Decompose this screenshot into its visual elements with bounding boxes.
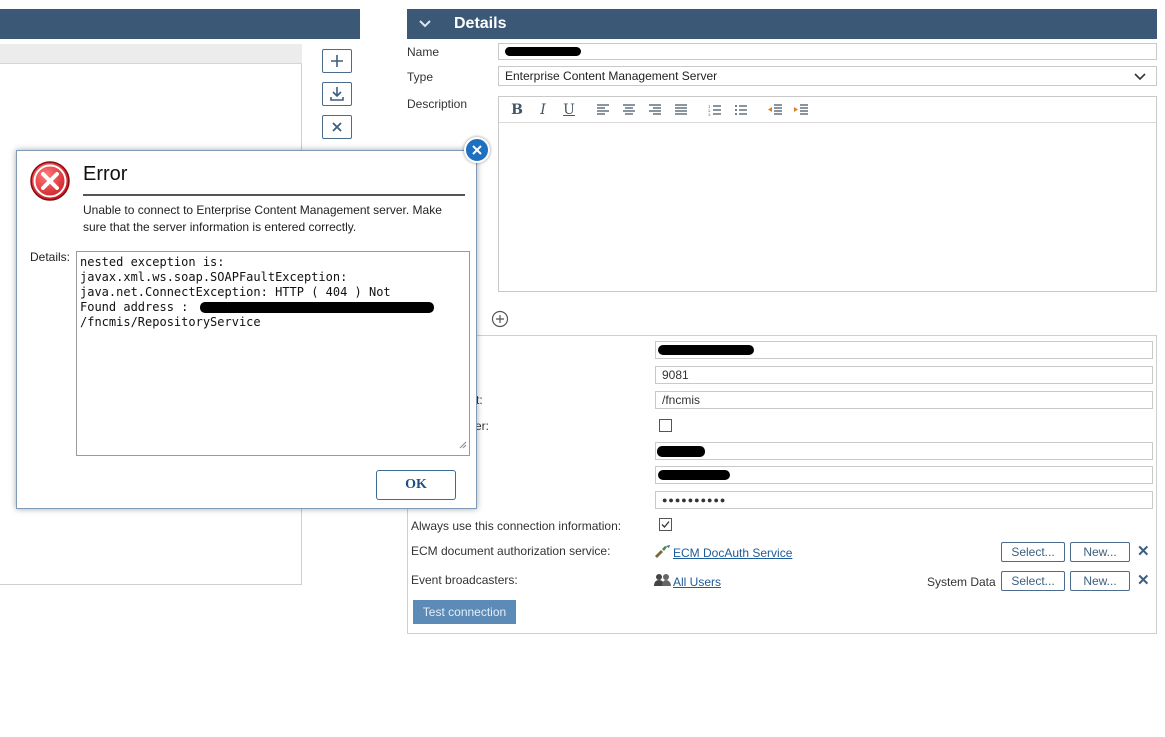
users-icon (654, 573, 672, 589)
outdent-icon[interactable] (763, 99, 787, 121)
error-message: Unable to connect to Enterprise Content … (83, 203, 442, 234)
align-right-icon[interactable] (643, 99, 667, 121)
details-textarea[interactable]: nested exception is: javax.xml.ws.soap.SO… (76, 251, 470, 456)
bullet-list-icon[interactable] (729, 99, 753, 121)
event-new-button[interactable]: New... (1070, 571, 1130, 591)
details-line: javax.xml.ws.soap.SOAPFaultException: (80, 270, 348, 284)
name-input[interactable] (498, 43, 1157, 60)
object-store-input[interactable] (655, 442, 1153, 460)
redacted-value (658, 470, 730, 480)
add-section-button[interactable] (491, 310, 509, 331)
type-select[interactable]: Enterprise Content Management Server (498, 66, 1157, 86)
add-button[interactable] (322, 49, 352, 73)
docauth-select-button[interactable]: Select... (1001, 542, 1065, 562)
remove-button[interactable] (322, 115, 352, 139)
redacted-address (200, 302, 434, 313)
type-label: Type (407, 70, 434, 84)
svg-text:3: 3 (708, 112, 711, 116)
password-input[interactable]: ●●●●●●●●●● (655, 491, 1153, 509)
password-mask: ●●●●●●●●●● (662, 495, 727, 505)
close-icon (472, 145, 482, 155)
event-select-button[interactable]: Select... (1001, 571, 1065, 591)
numbered-list-icon[interactable]: 123 (703, 99, 727, 121)
plus-icon (331, 55, 343, 67)
always-use-checkbox[interactable] (659, 518, 672, 531)
details-title: Details (454, 15, 507, 32)
underline-icon[interactable]: U (557, 99, 581, 121)
editor-toolbar: B I U 123 (499, 97, 1156, 123)
import-button[interactable] (322, 82, 352, 106)
description-editor[interactable]: B I U 123 (498, 96, 1157, 292)
ssl-label: er: (475, 419, 490, 433)
close-icon (332, 122, 342, 132)
details-line: Found address : (80, 300, 466, 315)
port-input[interactable]: 9081 (655, 366, 1153, 384)
redacted-value (505, 47, 581, 56)
ok-button[interactable]: OK (376, 470, 456, 500)
event-broadcasters-label: Event broadcasters: (411, 573, 518, 587)
align-left-icon[interactable] (591, 99, 615, 121)
error-icon (29, 160, 71, 205)
port-value: 9081 (662, 368, 689, 382)
service-icon (654, 544, 672, 561)
context-root-label: t: (476, 393, 483, 407)
details-line: nested exception is: (80, 255, 225, 269)
name-label: Name (407, 45, 440, 59)
left-panel-column-header (0, 44, 302, 64)
docauth-label: ECM document authorization service: (411, 544, 611, 558)
docauth-new-button[interactable]: New... (1070, 542, 1130, 562)
redacted-value (658, 345, 754, 355)
username-input[interactable] (655, 466, 1153, 484)
event-remove-icon[interactable]: ✕ (1137, 571, 1150, 589)
bold-icon[interactable]: B (505, 99, 529, 121)
dialog-close-button[interactable] (464, 137, 490, 163)
always-use-label: Always use this connection information: (411, 519, 622, 533)
indent-icon[interactable] (789, 99, 813, 121)
download-icon (330, 87, 344, 101)
details-header: Details (407, 9, 1157, 39)
all-users-link[interactable]: All Users (673, 575, 721, 589)
details-line: java.net.ConnectException: HTTP ( 404 ) … (80, 285, 391, 299)
test-connection-button[interactable]: Test connection (413, 600, 516, 624)
docauth-remove-icon[interactable]: ✕ (1137, 542, 1150, 560)
italic-icon[interactable]: I (531, 99, 555, 121)
plus-circle-icon (491, 310, 509, 328)
ssl-checkbox[interactable] (659, 419, 672, 432)
type-selected-value: Enterprise Content Management Server (505, 69, 718, 83)
error-dialog: Error Unable to connect to Enterprise Co… (16, 150, 477, 509)
details-line: /fncmis/RepositoryService (80, 315, 261, 329)
context-root-value: /fncmis (662, 393, 701, 407)
justify-icon[interactable] (669, 99, 693, 121)
description-label: Description (407, 97, 468, 111)
server-input[interactable] (655, 341, 1153, 359)
chevron-down-icon (1134, 70, 1146, 84)
check-icon (661, 521, 670, 528)
system-data-text: System Data (927, 575, 996, 589)
details-label: Details: (30, 250, 71, 264)
context-root-input[interactable]: /fncmis (655, 391, 1153, 409)
left-panel-header (0, 9, 360, 39)
title-divider (83, 194, 465, 196)
resize-grip-icon[interactable] (458, 438, 467, 453)
dialog-title: Error (83, 163, 128, 185)
collapse-toggle[interactable] (407, 19, 443, 29)
redacted-value (657, 446, 705, 457)
details-line-text: Found address : (80, 300, 189, 314)
chevron-down-icon (419, 20, 431, 28)
docauth-link[interactable]: ECM DocAuth Service (673, 546, 792, 560)
align-center-icon[interactable] (617, 99, 641, 121)
